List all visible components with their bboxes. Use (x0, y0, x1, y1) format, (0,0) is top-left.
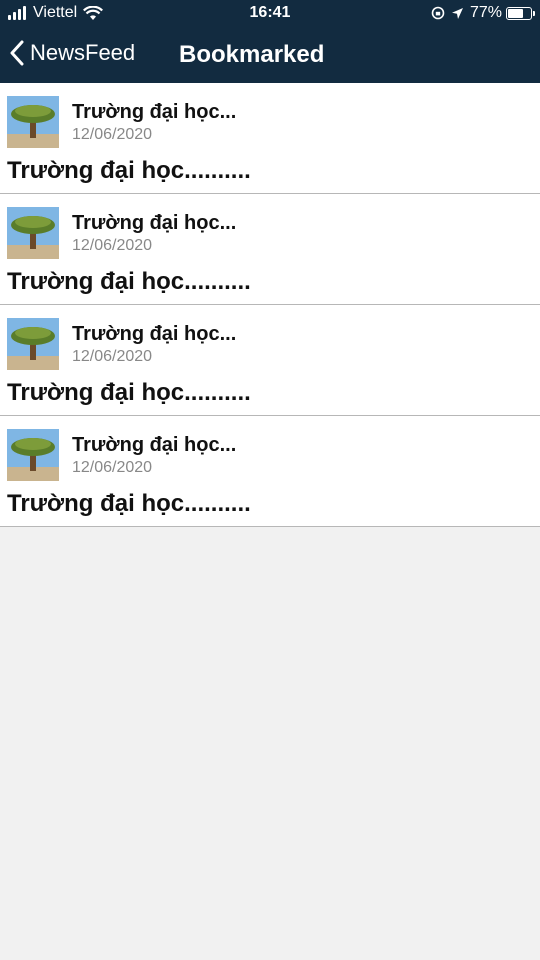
bookmark-headline: Trường đại học.......... (7, 490, 251, 517)
status-bar: Viettel 16:41 77% (0, 0, 540, 28)
tree-thumbnail-icon (7, 318, 59, 370)
bookmark-headline: Trường đại học.......... (7, 268, 251, 295)
bookmark-headline: Trường đại học.......... (7, 379, 251, 406)
tree-thumbnail-icon (7, 96, 59, 148)
bookmark-list: Trường đại học... 12/06/2020 Trường đại … (0, 83, 540, 527)
bookmark-date: 12/06/2020 (72, 126, 153, 143)
bookmark-date: 12/06/2020 (72, 237, 153, 254)
back-button[interactable]: NewsFeed (10, 40, 135, 66)
bookmark-title: Trường đại học... (72, 212, 237, 234)
location-icon (451, 7, 463, 19)
app-header: Viettel 16:41 77% NewsFeed Bookmarked (0, 0, 540, 83)
bookmark-item[interactable]: Trường đại học... 12/06/2020 Trường đại … (0, 416, 540, 527)
bookmark-item[interactable]: Trường đại học... 12/06/2020 Trường đại … (0, 305, 540, 416)
bookmark-title: Trường đại học... (72, 101, 237, 123)
bookmark-title: Trường đại học... (72, 434, 237, 456)
bookmark-item[interactable]: Trường đại học... 12/06/2020 Trường đại … (0, 194, 540, 305)
page-title: Bookmarked (179, 41, 325, 68)
battery-fill (508, 8, 523, 18)
back-label: NewsFeed (30, 40, 136, 65)
bookmark-headline: Trường đại học.......... (7, 157, 251, 184)
tree-thumbnail-icon (7, 207, 59, 259)
tree-thumbnail-icon (7, 429, 59, 481)
bookmark-title: Trường đại học... (72, 323, 237, 345)
bookmark-item[interactable]: Trường đại học... 12/06/2020 Trường đại … (0, 83, 540, 194)
chevron-left-icon (10, 40, 24, 66)
orientation-lock-icon (431, 6, 445, 20)
battery-icon (506, 6, 535, 20)
battery-percent: 77% (469, 4, 502, 21)
bookmark-date: 12/06/2020 (72, 348, 153, 365)
bookmark-date: 12/06/2020 (72, 459, 153, 476)
status-right: 77% (431, 4, 535, 22)
navigation-bar: NewsFeed Bookmarked (0, 28, 540, 83)
